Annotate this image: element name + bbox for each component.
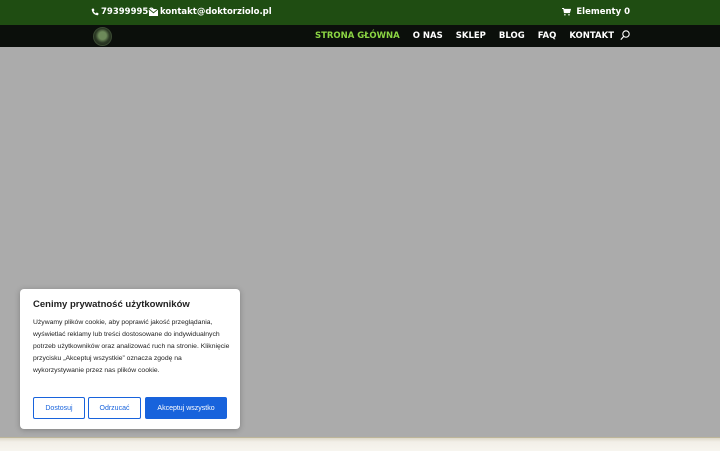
main-navigation: STRONA GŁÓWNA O NAS SKLEP BLOG FAQ KONTA… [0, 25, 720, 47]
search-icon[interactable] [620, 30, 630, 41]
cart-link[interactable]: Elementy 0 [562, 7, 630, 17]
nav-item-shop[interactable]: SKLEP [456, 31, 486, 41]
email-link[interactable]: kontakt@doktorziolo.pl [149, 7, 272, 17]
cart-count: Elementy 0 [576, 7, 630, 17]
customize-button[interactable]: Dostosuj [33, 397, 85, 419]
email-address: kontakt@doktorziolo.pl [160, 7, 272, 17]
phone-number: 793999950 [101, 7, 155, 17]
nav-menu: STRONA GŁÓWNA O NAS SKLEP BLOG FAQ KONTA… [315, 25, 614, 47]
phone-icon [91, 8, 99, 16]
nav-item-about[interactable]: O NAS [413, 31, 443, 41]
cart-icon [562, 8, 572, 16]
nav-item-blog[interactable]: BLOG [499, 31, 525, 41]
nav-item-home[interactable]: STRONA GŁÓWNA [315, 31, 400, 41]
phone-link[interactable]: 793999950 [91, 7, 154, 17]
content-edge [0, 437, 720, 451]
top-bar: 793999950 kontakt@doktorziolo.pl Element… [0, 0, 720, 25]
site-logo[interactable] [93, 27, 112, 46]
cookie-consent-banner: Cenimy prywatność użytkowników Używamy p… [20, 289, 240, 429]
reject-button[interactable]: Odrzucać [88, 397, 141, 419]
nav-item-contact[interactable]: KONTAKT [569, 31, 614, 41]
cookie-banner-text: Używamy plików cookie, aby poprawić jako… [33, 319, 230, 374]
accept-all-button[interactable]: Akceptuj wszystko [145, 397, 227, 419]
envelope-icon [149, 8, 158, 16]
nav-item-faq[interactable]: FAQ [538, 31, 557, 41]
cookie-banner-title: Cenimy prywatność użytkowników [33, 299, 190, 310]
